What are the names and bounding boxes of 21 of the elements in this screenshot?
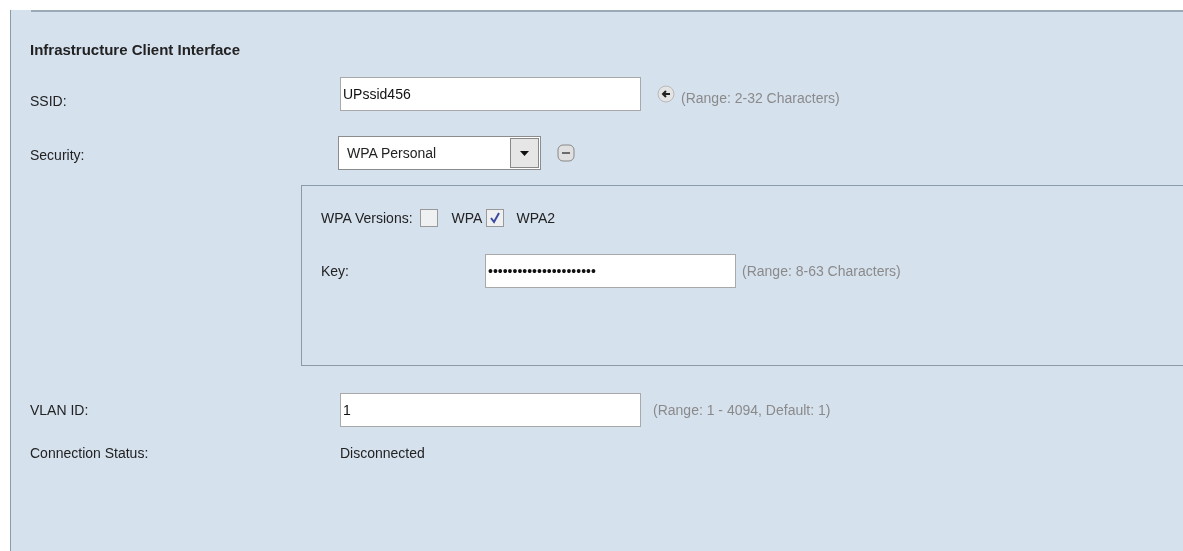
field-label: Security: [30,146,86,163]
field-label: Connection Status: [30,445,150,461]
range-hint: (Range: 2-32 Characters) [681,89,840,106]
field-label: Key: [321,263,350,279]
checkbox-label: WPA [451,210,483,226]
checkbox-label: WPA2 [516,210,556,226]
input-field[interactable]: UPssid456 [340,77,641,111]
input-field[interactable]: •••••••••••••••••••••• [485,254,736,288]
collapse-icon[interactable] [557,144,575,162]
field-label: VLAN ID: [30,402,90,418]
section-title: Infrastructure Client Interface [30,41,242,58]
status-value: Disconnected [340,445,425,461]
range-hint: (Range: 1 - 4094, Default: 1) [653,402,831,418]
field-label: WPA Versions: [321,210,413,226]
range-hint: (Range: 8-63 Characters) [742,263,901,279]
checkbox[interactable] [419,209,438,227]
caret-icon [510,138,539,168]
input-field[interactable]: 1 [340,393,641,427]
security-dropdown[interactable]: WPA Personal [338,136,541,170]
field-label: SSID: [30,92,68,109]
checkbox[interactable] [486,209,505,227]
